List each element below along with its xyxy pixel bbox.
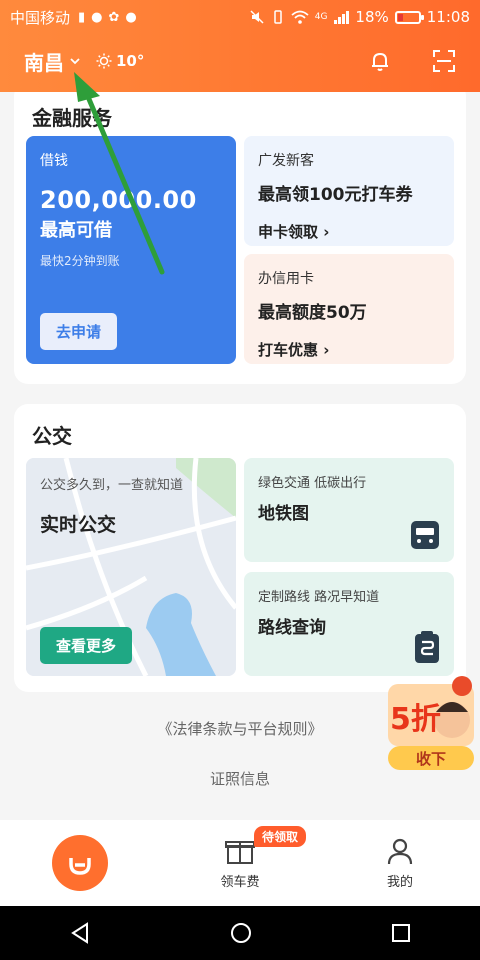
gf-action[interactable]: 申卡领取 › — [258, 221, 440, 242]
mute-icon — [250, 10, 264, 24]
battery-icon — [394, 10, 424, 24]
weather: 10° — [96, 52, 144, 70]
scan-icon[interactable] — [432, 49, 456, 73]
promo-discount: 5折 — [390, 702, 441, 737]
pending-badge: 待领取 — [254, 826, 307, 847]
nav-mine[interactable]: 我的 — [340, 820, 460, 906]
realtime-bus-card[interactable]: 公交多久到，一查就知道 实时公交 查看更多 — [26, 458, 236, 676]
top-header: 南昌 10° — [0, 38, 480, 84]
temperature: 10° — [116, 52, 145, 70]
status-right: 4G 18% 11:08 — [249, 8, 470, 26]
loan-subtitle: 最高可借 — [40, 220, 112, 241]
realtime-hint: 公交多久到，一查就知道 — [40, 478, 184, 493]
loan-note: 最快2分钟到账 — [40, 254, 120, 268]
nav-home[interactable] — [20, 820, 140, 906]
credit-label: 办信用卡 — [258, 271, 314, 287]
credit-card-offer[interactable]: 办信用卡 最高额度50万 打车优惠 › — [244, 254, 454, 364]
subway-train-icon — [411, 521, 439, 549]
user-icon — [387, 838, 413, 864]
route-title: 路线查询 — [258, 618, 326, 638]
bus-card: 公交 公交多久到，一查就知道 实时公交 查看更多 绿色交通 低碳出行 地铁图 定… — [14, 404, 466, 692]
route-card[interactable]: 定制路线 路况早知道 路线查询 — [244, 572, 454, 676]
city-selector[interactable]: 南昌 — [24, 47, 64, 76]
home-icon[interactable] — [230, 922, 252, 944]
route-map-icon — [415, 631, 439, 663]
wifi-icon — [291, 10, 309, 24]
apply-button[interactable]: 去申请 — [40, 313, 118, 350]
app-header-background: 中国移动 ▮ ● ✿ ● 4G 18% 11:08 南昌 10° — [0, 0, 480, 92]
bell-icon[interactable] — [368, 49, 392, 73]
bus-title: 公交 — [32, 424, 72, 448]
route-hint: 定制路线 路况早知道 — [258, 590, 380, 605]
header-actions — [368, 49, 456, 73]
didi-logo-icon[interactable] — [52, 835, 108, 891]
gf-title: 最高领100元打车券 — [258, 185, 413, 205]
signal-icon — [334, 11, 350, 24]
see-more-button[interactable]: 查看更多 — [40, 627, 133, 664]
finance-title: 金融服务 — [32, 106, 112, 130]
back-icon[interactable] — [69, 922, 91, 944]
realtime-title: 实时公交 — [40, 514, 117, 536]
credit-title: 最高额度50万 — [258, 303, 367, 323]
gf-label: 广发新客 — [258, 153, 314, 169]
subway-card[interactable]: 绿色交通 低碳出行 地铁图 — [244, 458, 454, 562]
app-icon: ✿ — [108, 9, 120, 25]
credit-action[interactable]: 打车优惠 › — [258, 339, 440, 360]
wechat-icon: ● — [91, 9, 103, 25]
bottom-nav: 领车费 我的 — [0, 820, 480, 906]
nav-mine-label: 我的 — [386, 874, 413, 890]
chevron-down-icon[interactable] — [70, 56, 80, 66]
sun-icon — [96, 53, 112, 69]
promo-accept-button[interactable]: 收下 — [384, 748, 478, 769]
status-bar: 中国移动 ▮ ● ✿ ● 4G 18% 11:08 — [0, 0, 480, 34]
clock: 11:08 — [426, 8, 470, 26]
finance-card: 金融服务 借钱 200,000.00 最高可借 最快2分钟到账 去申请 广发新客… — [14, 92, 466, 384]
sim-icon: ▮ — [78, 9, 86, 25]
carrier-name: 中国移动 — [10, 8, 71, 27]
gf-card-offer[interactable]: 广发新客 最高领100元打车券 申卡领取 › — [244, 136, 454, 246]
loan-label: 借钱 — [40, 153, 68, 169]
vibrate-icon — [273, 10, 282, 24]
subway-hint: 绿色交通 低碳出行 — [258, 476, 367, 491]
nav-fare-label: 领车费 — [220, 874, 260, 890]
network-type: 4G — [314, 12, 328, 22]
recents-icon[interactable] — [391, 923, 411, 943]
system-nav-bar — [0, 906, 480, 960]
discount-promo[interactable]: 5折 收下 — [384, 672, 478, 772]
loan-amount: 200,000.00 — [40, 186, 197, 214]
battery-percent: 18% — [355, 8, 389, 26]
message-icon: ● — [125, 9, 137, 25]
loan-card[interactable]: 借钱 200,000.00 最高可借 最快2分钟到账 去申请 — [26, 136, 236, 364]
gift-box-icon — [225, 840, 255, 864]
